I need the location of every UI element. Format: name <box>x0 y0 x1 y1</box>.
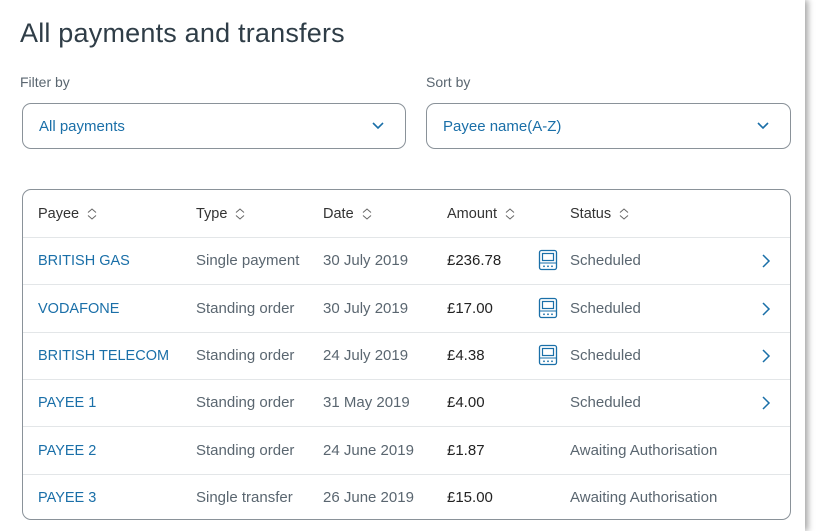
payee-link[interactable]: PAYEE 3 <box>38 474 96 519</box>
table-row[interactable]: VODAFONE Standing order 30 July 2019 £17.00… <box>23 285 790 333</box>
table-row: PAYEE 3 Single transfer 26 June 2019 £15.00… <box>23 474 790 519</box>
date-cell: 30 July 2019 <box>323 300 409 317</box>
header-status[interactable]: Status <box>570 190 631 237</box>
chevron-right-icon[interactable] <box>761 253 771 269</box>
amount-cell: £15.00 <box>447 489 493 506</box>
type-cell: Standing order <box>196 394 295 411</box>
page-title: All payments and transfers <box>20 18 345 48</box>
date-cell: 24 June 2019 <box>323 442 414 459</box>
status-cell: Awaiting Authorisation <box>570 489 718 506</box>
amount-cell: £236.78 <box>447 252 502 269</box>
sort-updown-icon <box>619 207 629 220</box>
amount-cell: £4.38 <box>447 347 485 364</box>
header-payee[interactable]: Payee <box>38 190 99 237</box>
filter-label: Filter by <box>20 74 70 90</box>
chevron-right-icon[interactable] <box>761 395 771 411</box>
header-type[interactable]: Type <box>196 190 247 237</box>
type-cell: Standing order <box>196 300 295 317</box>
date-cell: 30 July 2019 <box>323 252 409 269</box>
header-date[interactable]: Date <box>323 190 374 237</box>
sort-select[interactable]: Payee name(A-Z) <box>426 103 791 149</box>
payee-link[interactable]: BRITISH TELECOM <box>38 332 169 379</box>
status-cell: Scheduled <box>570 394 641 411</box>
status-cell: Scheduled <box>570 252 641 269</box>
sort-updown-icon <box>505 207 515 220</box>
date-cell: 24 July 2019 <box>323 347 409 364</box>
amount-cell: £17.00 <box>447 300 493 317</box>
payee-link[interactable]: BRITISH GAS <box>38 237 130 284</box>
type-cell: Standing order <box>196 442 295 459</box>
sort-label: Sort by <box>426 74 471 90</box>
amount-cell: £4.00 <box>447 394 485 411</box>
payee-link[interactable]: PAYEE 1 <box>38 379 96 426</box>
chevron-right-icon[interactable] <box>761 348 771 364</box>
header-amount[interactable]: Amount <box>447 190 517 237</box>
sort-select-value: Payee name(A-Z) <box>443 117 562 135</box>
table-row[interactable]: PAYEE 1 Standing order 31 May 2019 £4.00 Sch… <box>23 379 790 427</box>
date-cell: 26 June 2019 <box>323 489 414 506</box>
chevron-down-icon <box>372 122 384 130</box>
sort-updown-icon <box>87 207 97 220</box>
amount-cell: £1.87 <box>447 442 485 459</box>
chevron-down-icon <box>757 122 769 130</box>
filter-select[interactable]: All payments <box>22 103 406 149</box>
type-cell: Single payment <box>196 252 300 269</box>
table-header-row: Payee Type Date Amount Status <box>23 190 790 238</box>
filter-select-value: All payments <box>39 117 125 135</box>
payee-link[interactable]: PAYEE 2 <box>38 427 96 474</box>
chevron-right-icon[interactable] <box>761 301 771 317</box>
payee-link[interactable]: VODAFONE <box>38 285 119 332</box>
status-cell: Scheduled <box>570 347 641 364</box>
scheduled-calendar-icon <box>538 297 558 319</box>
sort-updown-icon <box>362 207 371 220</box>
payments-table: Payee Type Date Amount Status BRITISH GA… <box>22 189 791 520</box>
table-row[interactable]: BRITISH TELECOM Standing order 24 July 201… <box>23 332 790 380</box>
scheduled-calendar-icon <box>538 344 558 366</box>
date-cell: 31 May 2019 <box>323 394 410 411</box>
status-cell: Awaiting Authorisation <box>570 442 718 459</box>
scheduled-calendar-icon <box>538 249 558 271</box>
payments-panel: All payments and transfers Filter by Sor… <box>0 0 805 531</box>
sort-updown-icon <box>236 207 245 220</box>
type-cell: Single transfer <box>196 489 293 506</box>
table-row[interactable]: BRITISH GAS Single payment 30 July 2019 £23… <box>23 237 790 285</box>
type-cell: Standing order <box>196 347 295 364</box>
table-row: PAYEE 2 Standing order 24 June 2019 £1.87 Aw… <box>23 427 790 475</box>
status-cell: Scheduled <box>570 300 641 317</box>
